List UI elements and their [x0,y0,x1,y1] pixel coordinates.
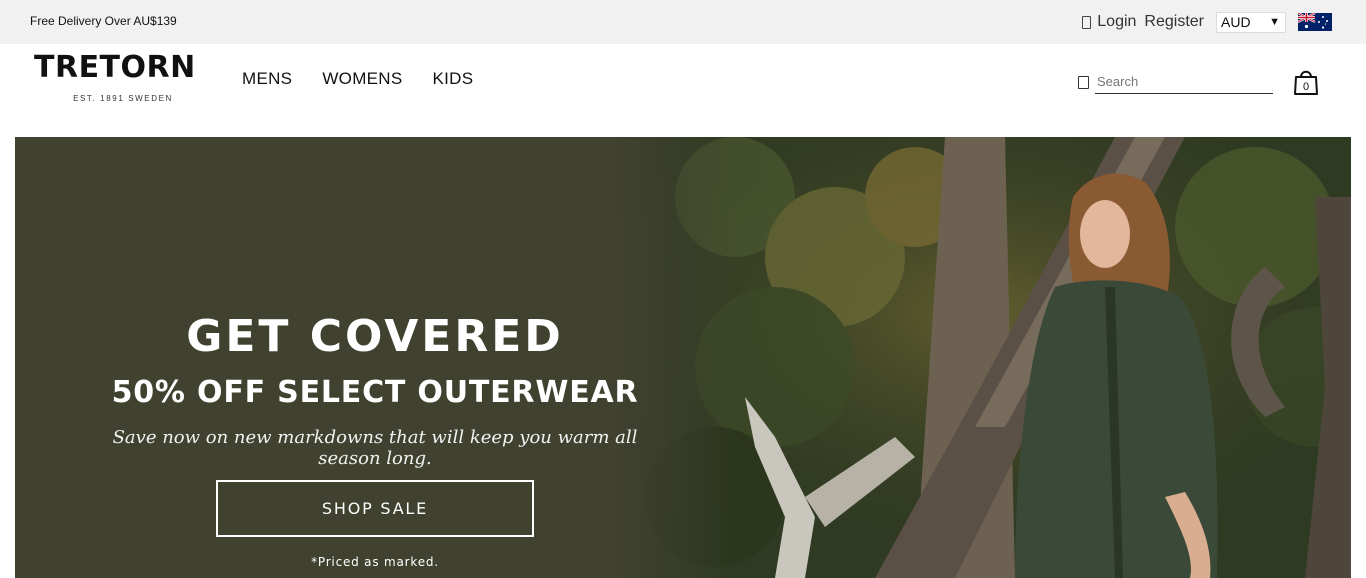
search-icon[interactable] [1078,75,1089,89]
hero-text-block: GET COVERED 50% OFF SELECT OUTERWEAR Sav… [85,307,665,469]
cart-count: 0 [1303,81,1309,93]
register-link[interactable]: Register [1144,13,1204,31]
user-icon [1082,15,1092,29]
shop-sale-button[interactable]: SHOP SALE [216,480,534,537]
login-link[interactable]: Login [1082,13,1136,31]
logo-wordmark: TRETORN [34,50,196,85]
login-label: Login [1097,13,1137,30]
tretorn-logo[interactable]: TRETORN EST. 1891 SWEDEN [34,52,214,108]
free-delivery-banner: Free Delivery Over AU$139 [30,14,177,28]
main-nav: MENS WOMENS KIDS [242,69,473,89]
top-promo-bar: Free Delivery Over AU$139 Login Register… [0,0,1366,44]
currency-select[interactable]: AUD ▼ [1216,11,1286,33]
hero-banner[interactable]: GET COVERED 50% OFF SELECT OUTERWEAR Sav… [15,137,1351,578]
chevron-down-icon: ▼ [1269,15,1280,28]
hero-title: GET COVERED [186,311,564,362]
hero-subtitle: 50% OFF SELECT OUTERWEAR [111,375,639,410]
search-input[interactable] [1095,70,1273,94]
hero-description: Save now on new markdowns that will keep… [112,427,638,469]
nav-kids[interactable]: KIDS [433,69,474,89]
account-links: Login Register AUD ▼ [1082,10,1332,34]
hero-price-note: *Priced as marked. [311,555,439,569]
site-header: TRETORN EST. 1891 SWEDEN MENS WOMENS KID… [0,44,1366,130]
nav-womens[interactable]: WOMENS [322,69,402,89]
search-bar [1078,70,1273,94]
cart-icon[interactable]: 0 [1293,68,1319,96]
logo-tagline: EST. 1891 SWEDEN [73,94,173,103]
currency-value: AUD [1221,14,1251,30]
nav-mens[interactable]: MENS [242,69,292,89]
australia-flag-icon[interactable] [1298,13,1332,31]
